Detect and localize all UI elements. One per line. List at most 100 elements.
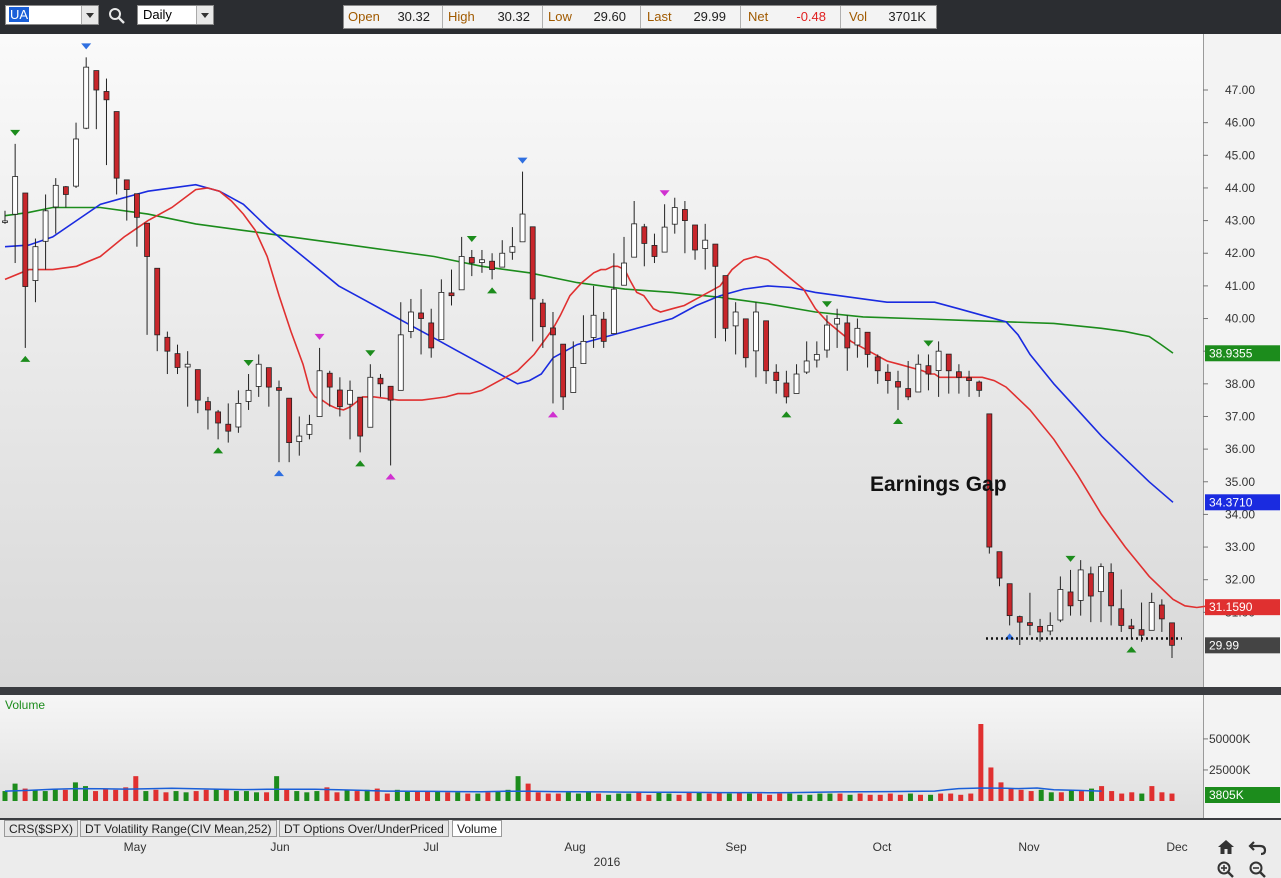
candle-body	[834, 318, 841, 325]
price-tick-label: 35.00	[1225, 475, 1255, 489]
candle-body	[468, 257, 475, 264]
volume-bar	[616, 793, 622, 801]
price-tick-label: 47.00	[1225, 83, 1255, 97]
tab-dt-volatility-range[interactable]: DT Volatility Range(CIV Mean,252)	[80, 820, 277, 837]
candle-body	[793, 373, 800, 394]
candle-body	[742, 318, 749, 359]
volume-bar	[978, 724, 984, 801]
candle-body	[1098, 566, 1104, 593]
volume-bar	[455, 792, 461, 801]
panel-separator[interactable]	[0, 687, 1281, 695]
price-tick-label: 42.00	[1225, 246, 1255, 260]
candle-body	[42, 210, 49, 242]
volume-bar	[726, 793, 732, 801]
vol-value: 3701K	[888, 9, 926, 24]
tab-volume[interactable]: Volume	[452, 820, 503, 837]
ma-short-price-label: 31.1590	[1209, 600, 1253, 614]
candle-body	[205, 401, 211, 411]
last-price-label: 29.99	[1209, 638, 1239, 652]
price-chart[interactable]: 47.00 46.00 45.00 44.00 43.00 42.00 41.00 40.00…	[0, 34, 1281, 878]
candle-body	[235, 403, 242, 428]
volume-bar	[596, 793, 602, 801]
candle-body	[1169, 622, 1175, 646]
candle-body	[1128, 625, 1135, 630]
volume-bar	[344, 789, 350, 801]
tab-dt-options-over-underpriced[interactable]: DT Options Over/UnderPriced	[279, 820, 449, 837]
price-tick-label: 40.00	[1225, 312, 1255, 326]
price-tick-label: 38.00	[1225, 377, 1255, 391]
volume-bar	[847, 794, 853, 801]
candle-body	[408, 311, 414, 332]
symbol-input[interactable]: UA	[5, 5, 99, 25]
volume-bar	[797, 794, 803, 801]
candle-body	[113, 111, 120, 179]
volume-bar	[243, 791, 249, 801]
interval-dropdown-arrow-icon[interactable]	[196, 6, 213, 24]
volume-bar	[817, 793, 823, 801]
candle-body	[813, 354, 820, 361]
candle-body	[134, 193, 140, 218]
price-tick-label: 33.00	[1225, 540, 1255, 554]
candle-body	[62, 186, 69, 195]
volume-bar	[143, 791, 149, 801]
volume-bar	[867, 794, 873, 801]
candle-body	[336, 389, 343, 408]
volume-bar	[696, 792, 702, 801]
candle-body	[93, 70, 100, 91]
volume-bar	[2, 791, 8, 801]
candle-body	[895, 381, 901, 388]
symbol-dropdown-arrow-icon[interactable]	[81, 6, 98, 24]
volume-bar	[1018, 789, 1024, 801]
price-tick-label: 36.00	[1225, 442, 1255, 456]
candle-body	[631, 223, 638, 258]
volume-bar	[485, 792, 491, 801]
candle-body	[83, 66, 90, 129]
last-label: Last	[647, 9, 672, 24]
volume-bar	[877, 794, 883, 801]
undo-icon[interactable]	[1248, 838, 1268, 856]
volume-bar	[1119, 793, 1125, 801]
volume-bar	[1078, 791, 1084, 801]
zoom-in-icon[interactable]	[1216, 860, 1236, 878]
candle-body	[682, 209, 688, 221]
zoom-out-icon[interactable]	[1248, 860, 1268, 878]
candle-body	[296, 435, 303, 443]
candle-body	[164, 336, 171, 352]
volume-bar	[746, 793, 752, 801]
candle-body	[884, 371, 891, 381]
volume-bar	[938, 793, 944, 801]
volume-tick-label: 25000K	[1209, 763, 1250, 777]
volume-bar	[1099, 786, 1105, 801]
interval-select[interactable]: Daily	[137, 5, 214, 25]
month-label: Oct	[873, 840, 892, 854]
candle-body	[184, 363, 191, 368]
volume-bar	[445, 792, 451, 801]
volume-bar	[284, 789, 290, 801]
candle-body	[438, 292, 445, 340]
ma-long-price-label: 38.9355	[1209, 346, 1253, 360]
volume-bar	[233, 791, 239, 801]
candle-body	[955, 371, 962, 378]
volume-bar	[1149, 786, 1155, 801]
search-icon[interactable]	[108, 7, 126, 25]
candle-body	[255, 363, 262, 387]
candle-body	[265, 367, 272, 388]
volume-bar	[1068, 789, 1074, 801]
tab-crs-spx[interactable]: CRS($SPX)	[4, 820, 79, 837]
volume-panel-title: Volume	[5, 698, 45, 712]
home-icon[interactable]	[1216, 838, 1236, 856]
price-tick-label: 37.00	[1225, 409, 1255, 423]
volume-bar	[254, 792, 260, 801]
volume-tick-label: 50000K	[1209, 732, 1250, 746]
volume-bar	[767, 794, 773, 801]
volume-bar	[103, 788, 109, 801]
volume-bar	[404, 791, 410, 801]
volume-bar	[314, 791, 320, 801]
volume-bar	[736, 792, 742, 801]
candle-body	[610, 288, 617, 334]
volume-bar	[998, 782, 1004, 801]
ma-mid-price-label: 34.3710	[1209, 495, 1253, 509]
volume-bar	[1038, 789, 1044, 801]
candle-body	[1108, 572, 1115, 607]
volume-bar	[535, 792, 541, 801]
